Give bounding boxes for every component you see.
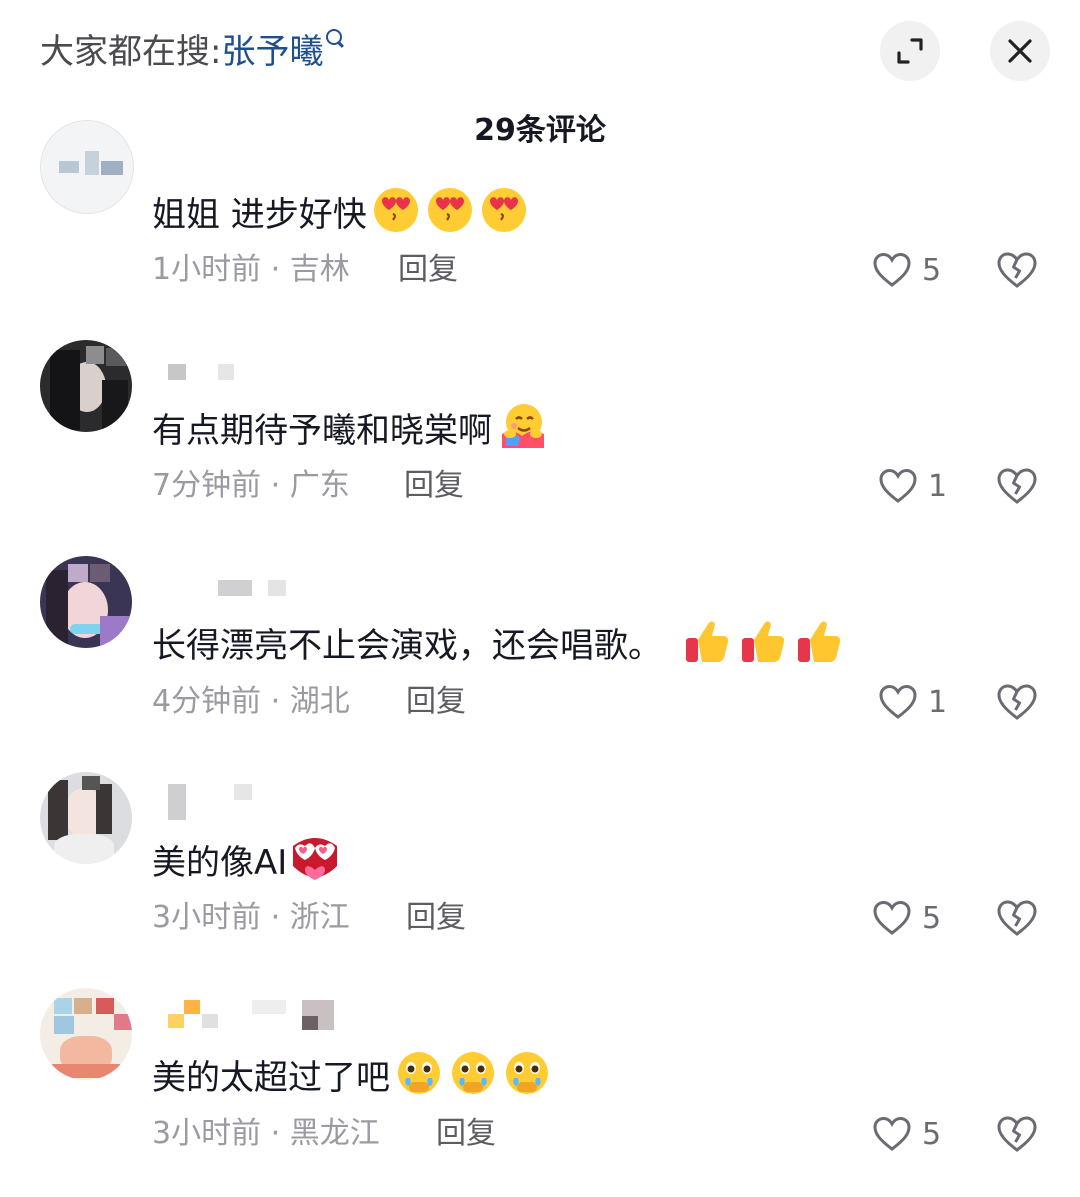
comment-time-location: 3小时前 · 黑龙江	[152, 1116, 380, 1151]
expand-button[interactable]	[880, 21, 940, 81]
comment-text: 姐姐 进步好快	[152, 185, 529, 248]
comment-text: 有点期待予曦和晓棠啊	[152, 400, 548, 465]
comment-text: 长得漂亮不止会演戏，还会唱歌。	[152, 616, 844, 679]
tearful-emoji	[394, 1048, 444, 1111]
heart-outline-icon	[879, 468, 917, 503]
reply-button[interactable]: 回复	[404, 464, 464, 508]
avatar[interactable]	[40, 772, 132, 864]
comment-count-title: 29条评论	[474, 113, 606, 148]
comment-time-location: 4分钟前 · 湖北	[152, 684, 350, 719]
close-button[interactable]	[990, 21, 1050, 81]
comment-time-location: 7分钟前 · 广东	[152, 468, 350, 503]
like-button[interactable]: 5	[872, 248, 941, 292]
avatar[interactable]	[40, 340, 132, 432]
avatar[interactable]	[40, 556, 132, 648]
heart-eyes-kiss-emoji	[425, 185, 475, 248]
dislike-button[interactable]	[996, 1112, 1038, 1156]
search-suggestion-term[interactable]: 张予曦	[221, 32, 323, 72]
comment-item: 有点期待予曦和晓棠啊 7分钟前 · 广东 回复 1	[0, 340, 1080, 540]
heart-outline-icon	[879, 684, 917, 719]
heart-eyes-kiss-emoji	[479, 185, 529, 248]
comment-time-location: 3小时前 · 浙江	[152, 900, 350, 935]
heart-eyes-kiss-emoji	[371, 185, 421, 248]
broken-heart-icon	[997, 1116, 1037, 1152]
tearful-emoji	[448, 1048, 498, 1111]
comment-text: 美的太超过了吧	[152, 1048, 552, 1111]
broken-heart-icon	[997, 684, 1037, 720]
reply-button[interactable]: 回复	[406, 896, 466, 940]
dislike-button[interactable]	[996, 248, 1038, 292]
dislike-button[interactable]	[996, 896, 1038, 940]
avatar[interactable]	[40, 120, 134, 214]
like-button[interactable]: 5	[872, 896, 941, 940]
reply-button[interactable]: 回复	[436, 1112, 496, 1156]
heart-outline-icon	[873, 252, 911, 287]
broken-heart-icon	[997, 252, 1037, 288]
heart-outline-icon	[873, 1116, 911, 1151]
dislike-button[interactable]	[996, 464, 1038, 508]
like-button[interactable]: 1	[878, 464, 947, 508]
search-suggestion-prefix: 大家都在搜:	[40, 32, 222, 72]
heart-outline-icon	[873, 900, 911, 935]
thumbs-up-emoji	[738, 616, 788, 679]
reply-button[interactable]: 回复	[398, 248, 458, 292]
like-button[interactable]: 5	[872, 1112, 941, 1156]
heart-eyes-mask-emoji	[287, 832, 343, 897]
avatar[interactable]	[40, 988, 132, 1080]
like-count: 1	[928, 468, 948, 504]
expand-icon	[897, 38, 923, 64]
comment-time-location: 1小时前 · 吉林	[152, 252, 350, 287]
like-button[interactable]: 1	[878, 680, 947, 724]
broken-heart-icon	[997, 900, 1037, 936]
dislike-button[interactable]	[996, 680, 1038, 724]
comment-text: 美的像AI	[152, 832, 343, 897]
like-count: 1	[928, 684, 948, 720]
hug-emoji	[496, 400, 548, 465]
comment-item: 姐姐 进步好快 1小时前 · 吉林 回复 5	[0, 120, 1080, 360]
thumbs-up-emoji	[794, 616, 844, 679]
reply-button[interactable]: 回复	[406, 680, 466, 724]
comment-item: 美的太超过了吧 3小时前 · 黑龙江 回复 5	[0, 988, 1080, 1188]
tearful-emoji	[502, 1048, 552, 1111]
search-suggestion[interactable]: 大家都在搜:张予曦	[40, 28, 343, 76]
like-count: 5	[922, 252, 942, 288]
comment-item: 美的像AI 3小时前 · 浙江 回复 5	[0, 772, 1080, 972]
broken-heart-icon	[997, 468, 1037, 504]
thumbs-up-emoji	[682, 616, 732, 679]
comment-item: 长得漂亮不止会演戏，还会唱歌。 4分钟前 · 湖北 回复 1	[0, 556, 1080, 756]
like-count: 5	[922, 1116, 942, 1152]
search-icon	[326, 29, 343, 45]
like-count: 5	[922, 900, 942, 936]
close-icon	[1008, 39, 1032, 63]
